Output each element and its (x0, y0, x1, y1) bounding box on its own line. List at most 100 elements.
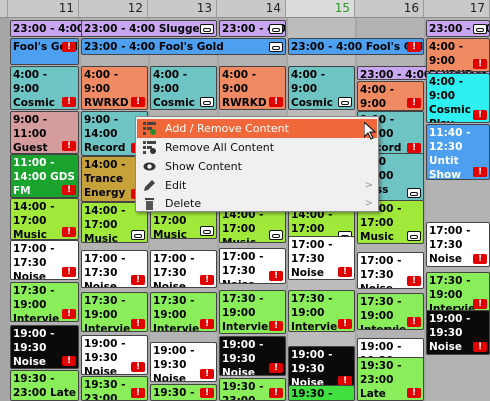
schedule-event[interactable]: 23:00 - 4:00 Fool's Gold (288, 38, 424, 55)
schedule-event[interactable]: 19:30 - 23:00 (81, 376, 148, 401)
warning-icon (131, 386, 145, 400)
schedule-event[interactable]: 17:00 - 17:30 Noise Abates (288, 236, 355, 280)
schedule-event[interactable]: 4:00 - 9:00 RWRKD (426, 38, 490, 72)
event-label: 23:00 - 4:00 Fool's Gold (84, 41, 224, 53)
warning-icon (269, 319, 283, 333)
link-icon (473, 24, 487, 34)
schedule-event[interactable]: 19:30 - 23:00 (150, 384, 217, 401)
trash-icon (145, 198, 154, 210)
schedule-event[interactable]: 19:00 - 19:30 Noise Abates (288, 346, 355, 389)
warning-icon (269, 95, 283, 109)
event-label: 19:30 - 23:00 Late (13, 373, 76, 399)
day-header[interactable]: 13 (148, 0, 217, 18)
link-icon (200, 226, 214, 236)
schedule-event[interactable]: 17:00 - 17:30 Noise Abates (426, 222, 490, 267)
schedule-event[interactable]: 17:30 - 19:00 Intervie (219, 290, 286, 334)
schedule-event[interactable]: 17:30 - 19:00 Intervie (288, 290, 355, 332)
schedule-event[interactable]: 4:00 - 9:00 Cosmic Debris (288, 66, 355, 110)
schedule-event[interactable]: 17:00 - 17:30 Noise Abates (150, 250, 217, 288)
schedule-event[interactable]: 4:00 - 9:00 Cosmic Debris (150, 66, 217, 110)
warning-icon (200, 273, 214, 287)
schedule-event[interactable]: 23:00 - 4:00 Sluggers (219, 20, 286, 37)
day-header[interactable]: 11 (8, 0, 79, 18)
remove-all-content-icon (143, 141, 156, 154)
schedule-event[interactable]: 19:00 - 19:30 Noise Abates (10, 325, 79, 369)
day-header[interactable]: 16 (355, 0, 424, 18)
warning-icon (62, 354, 76, 368)
schedule-event[interactable]: 19:30 - 23:00 Late (10, 370, 79, 401)
schedule-event[interactable]: 4:00 - 9:00 RWRKD (357, 81, 424, 111)
link-icon (269, 42, 283, 52)
warning-icon (473, 165, 487, 179)
schedule-event[interactable]: 17:00 - 17:30 Noise Abates (219, 248, 286, 284)
warning-icon (131, 273, 145, 287)
schedule-event[interactable]: 4:00 - 9:00 RWRKD (81, 66, 148, 110)
schedule-event[interactable]: 19:30 - 23:00 (219, 378, 286, 401)
mouse-pointer-icon (364, 122, 376, 140)
warning-icon (407, 274, 421, 288)
menu-item-label: Remove All Content (165, 141, 275, 154)
warning-icon (62, 183, 76, 197)
schedule-event[interactable]: 4:00 - 9:00 RWRKD (219, 66, 286, 110)
menu-item-delete[interactable]: Delete > (137, 194, 377, 213)
schedule-event[interactable]: 19:00 - 19:30 Noise Abates (150, 342, 217, 382)
schedule-event[interactable]: 17:30 - 19:00 Intervie (426, 272, 490, 312)
schedule-event[interactable]: 11:40 - 12:30 Untit Show (426, 124, 490, 180)
context-menu: Add / Remove Content Remove All Content … (135, 116, 379, 212)
warning-icon (407, 141, 421, 155)
header-corner (0, 0, 8, 18)
warning-icon (269, 361, 283, 375)
menu-item-edit[interactable]: Edit > (137, 176, 377, 195)
schedule-event[interactable]: Fool's Gold (10, 38, 79, 65)
schedule-event[interactable]: 17:30 - 19:00 Intervie (357, 293, 424, 330)
submenu-arrow-icon: > (364, 198, 373, 209)
warning-icon (62, 95, 76, 109)
link-icon (269, 24, 283, 34)
schedule-event[interactable]: 17:00 - 17:30 Noise Abates (357, 252, 424, 289)
warning-icon (407, 40, 421, 54)
menu-item-add-remove-content[interactable]: Add / Remove Content (137, 119, 377, 138)
warning-icon (338, 317, 352, 331)
warning-icon (473, 340, 487, 354)
schedule-event[interactable]: 17:00 - 17:30 Noise Abates (10, 240, 79, 280)
schedule-event[interactable]: 17:30 - 19:00 Intervie (150, 292, 217, 332)
schedule-event[interactable]: 4:00 - 9:00 Cosmic Debris (10, 66, 79, 110)
schedule-event[interactable]: 19:30 - 23:00 Late Night (357, 357, 424, 401)
schedule-event[interactable]: 19:00 - 19:30 Noise Abates (81, 335, 148, 375)
warning-icon (200, 386, 214, 400)
schedule-event[interactable]: 23:00 - 4:00 Sluggers (426, 20, 490, 37)
warning-icon (62, 265, 76, 279)
schedule-event[interactable]: 17:30 - 19:00 Intervie (81, 292, 148, 332)
day-header[interactable]: 12 (79, 0, 148, 18)
menu-item-show-content[interactable]: Show Content (137, 157, 377, 176)
event-label: 23:00 - 4:00 Sluggers (84, 23, 212, 35)
link-icon (407, 188, 421, 198)
link-icon (338, 97, 352, 107)
schedule-event[interactable]: 4:00 - 9:00 Cosmic Play (426, 73, 490, 123)
schedule-event[interactable]: 19:30 - 23:00 (288, 385, 355, 401)
day-header[interactable]: 17 (424, 0, 490, 18)
schedule-event[interactable]: 19:00 - 19:30 Noise Abates (219, 336, 286, 376)
warning-icon (131, 95, 145, 109)
menu-item-label: Delete (165, 197, 202, 210)
schedule-event[interactable]: 9:00 - 11:00 Guest DJ (10, 111, 79, 154)
warning-icon (407, 315, 421, 329)
schedule-event[interactable]: 19:00 - 19:30 Noise Abates (426, 310, 490, 355)
day-header[interactable]: 15 (286, 0, 355, 18)
schedule-event[interactable]: 17:00 - 17:30 Noise Abates (81, 250, 148, 288)
schedule-event[interactable]: 14:00 - 17:00 Music (10, 198, 79, 240)
schedule-event[interactable]: 23:00 - 4:00 Fool's Gold (81, 38, 286, 55)
menu-item-label: Add / Remove Content (165, 122, 289, 135)
link-icon (200, 24, 214, 34)
warning-icon (473, 57, 487, 71)
schedule-event[interactable]: 17:30 - 19:00 Intervie (10, 282, 79, 322)
menu-item-label: Show Content (165, 160, 242, 173)
warning-icon (473, 297, 487, 311)
warning-icon (200, 367, 214, 381)
pencil-icon (144, 180, 155, 191)
menu-item-remove-all-content[interactable]: Remove All Content (137, 138, 377, 157)
schedule-event[interactable]: 11:00 - 14:00 GDS FM (10, 154, 79, 198)
day-header[interactable]: 14 (217, 0, 286, 18)
schedule-event[interactable]: 23:00 - 4:00 Sluggers (81, 20, 217, 37)
warning-icon (62, 225, 76, 239)
